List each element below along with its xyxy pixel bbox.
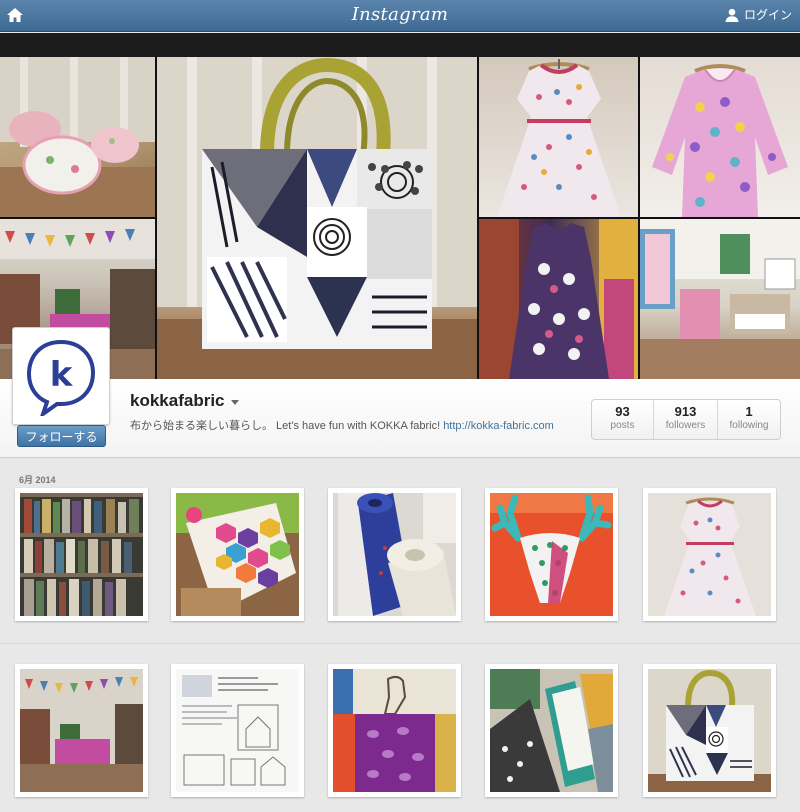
photo-thumb[interactable] — [328, 664, 461, 797]
photo-antler-head — [490, 493, 613, 616]
profile-header: k フォローする kokkafabric 布から始まる楽しい暮らし。 Let's… — [0, 327, 800, 458]
following-label: following — [729, 420, 769, 431]
caret-down-icon — [230, 400, 239, 405]
follow-button[interactable]: フォローする — [17, 425, 106, 447]
photo-thumb[interactable] — [485, 664, 618, 797]
photo-thumb[interactable] — [171, 664, 304, 797]
mosaic-photo-dress — [479, 57, 638, 217]
following-stat[interactable]: 1 following — [718, 400, 780, 439]
photo-fabric-rolls — [333, 493, 456, 616]
mosaic-photo-blouse — [640, 57, 800, 217]
avatar[interactable]: k — [12, 327, 110, 425]
photo-thumb[interactable] — [15, 664, 148, 797]
photo-thumb[interactable] — [328, 488, 461, 621]
month-label: 6月 2014 — [19, 475, 56, 485]
followers-label: followers — [665, 420, 706, 431]
photo-pattern-sheet — [176, 669, 299, 792]
login-label: ログイン — [743, 8, 792, 22]
photo-hexagon-bag — [176, 493, 299, 616]
top-nav-bar: Instagram ログイン — [0, 0, 800, 32]
mosaic-photo-tote-bag — [157, 57, 477, 379]
photo-thumb[interactable] — [485, 488, 618, 621]
photo-bookshelf — [20, 493, 143, 616]
posts-stat[interactable]: 93 posts — [592, 400, 654, 439]
username-dropdown[interactable]: kokkafabric — [130, 391, 239, 411]
header-mosaic — [0, 57, 800, 379]
photo-dress — [648, 493, 771, 616]
photo-lighthearted-tag — [490, 669, 613, 792]
photo-bee-fabric — [333, 669, 456, 792]
photo-thumb[interactable] — [171, 488, 304, 621]
profile-bio: 布から始まる楽しい暮らし。 Let's have fun with KOKKA … — [130, 417, 554, 433]
profile-stats: 93 posts 913 followers 1 following — [591, 399, 781, 440]
instagram-logo[interactable]: Instagram — [0, 4, 800, 25]
kokka-logo: k — [18, 333, 104, 419]
username: kokkafabric — [130, 391, 225, 410]
photo-tote-bag — [648, 669, 771, 792]
posts-label: posts — [610, 420, 635, 431]
login-link[interactable]: ログイン — [725, 6, 792, 23]
posts-count: 93 — [615, 404, 630, 419]
photo-thumb[interactable] — [643, 664, 776, 797]
photo-thumb[interactable] — [643, 488, 776, 621]
header-band — [0, 33, 800, 57]
website-link[interactable]: http://kokka-fabric.com — [443, 420, 554, 432]
mosaic-photo-store — [640, 219, 800, 379]
photo-thumb[interactable] — [15, 488, 148, 621]
mosaic-photo-pouches — [0, 57, 155, 217]
mosaic-photo-dresses — [479, 219, 638, 379]
followers-count: 913 — [674, 404, 697, 419]
following-count: 1 — [745, 404, 753, 419]
user-icon — [725, 8, 739, 22]
photo-shop-interior — [20, 669, 143, 792]
svg-text:k: k — [50, 355, 74, 395]
row-divider — [0, 643, 800, 644]
bio-text: 布から始まる楽しい暮らし。 Let's have fun with KOKKA … — [130, 420, 441, 432]
followers-stat[interactable]: 913 followers — [654, 400, 718, 439]
